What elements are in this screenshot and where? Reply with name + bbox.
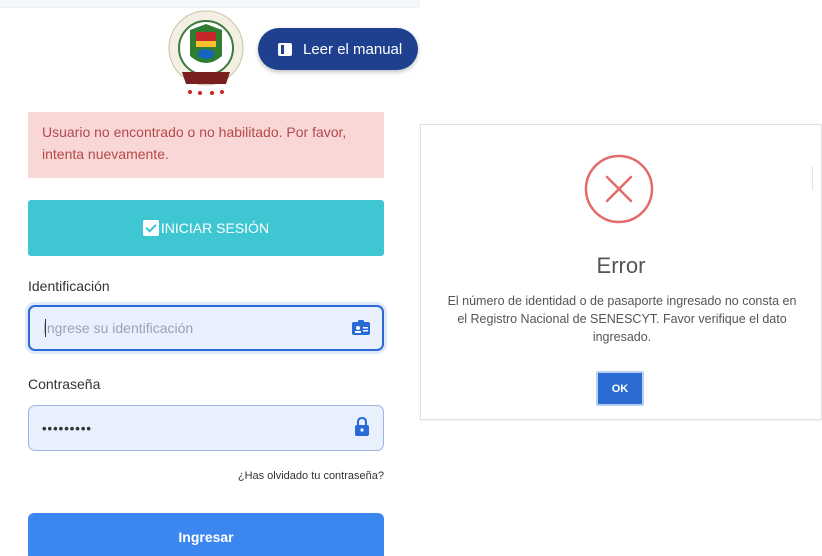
error-x-circle-icon — [584, 154, 654, 224]
read-manual-button[interactable]: Leer el manual — [258, 28, 418, 70]
ingresar-label: Ingresar — [178, 529, 234, 545]
identification-field-wrapper — [28, 305, 384, 351]
ingresar-button[interactable]: Ingresar — [28, 513, 384, 556]
error-alert-message: Usuario no encontrado o no habilitado. P… — [42, 124, 347, 162]
password-input[interactable] — [29, 406, 383, 450]
background-panel-edge — [812, 166, 813, 190]
password-label: Contraseña — [28, 376, 101, 392]
book-icon — [278, 42, 292, 56]
identification-label: Identificación — [28, 278, 110, 294]
ok-button[interactable]: OK — [596, 371, 644, 406]
top-bar — [0, 0, 420, 8]
password-field-wrapper — [28, 405, 384, 451]
dialog-title: Error — [596, 253, 646, 278]
error-alert: Usuario no encontrado o no habilitado. P… — [28, 112, 384, 178]
id-card-icon — [352, 320, 370, 335]
lock-icon — [355, 416, 369, 436]
iniciar-sesion-button[interactable]: INICIAR SESIÓN — [28, 200, 384, 256]
identification-input[interactable] — [30, 307, 382, 349]
error-dialog: Error El número de identidad o de pasapo… — [420, 124, 822, 420]
forgot-password-link[interactable]: ¿Has olvidado tu contraseña? — [238, 470, 384, 482]
text-caret — [45, 319, 46, 337]
read-manual-label: Leer el manual — [303, 40, 403, 58]
dialog-message: El número de identidad o de pasaporte in… — [447, 294, 797, 344]
check-square-icon — [142, 220, 159, 236]
iniciar-sesion-label: INICIAR SESIÓN — [160, 220, 270, 236]
university-logo — [160, 8, 252, 98]
